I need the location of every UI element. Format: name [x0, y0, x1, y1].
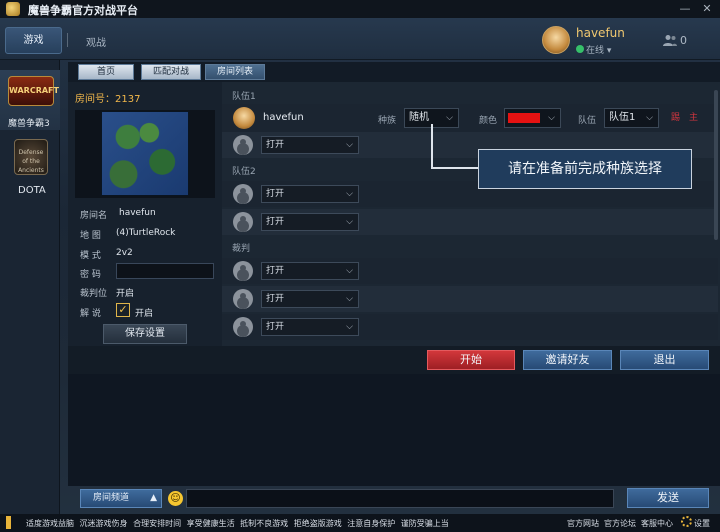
- empty-slot-avatar-icon: [233, 184, 253, 204]
- tab-match[interactable]: 匹配对战: [141, 64, 201, 80]
- referee-label: 裁判: [232, 244, 251, 254]
- slot-status-value: 打开: [266, 189, 285, 199]
- room-name-label: 房间名: [80, 211, 108, 221]
- referee-slot-value: 开启: [116, 289, 135, 299]
- slot-status-select[interactable]: 打开 ⌵: [261, 136, 359, 154]
- room-name-value: havefun: [119, 208, 156, 218]
- commentary-checkbox[interactable]: ✓: [116, 303, 130, 317]
- empty-slot-avatar-icon: [233, 289, 253, 309]
- save-settings-button[interactable]: 保存设置: [103, 324, 187, 344]
- send-message-button[interactable]: 发送: [627, 488, 709, 508]
- chevron-down-icon: ⌵: [346, 217, 353, 227]
- gear-icon[interactable]: [681, 516, 692, 527]
- warcraft3-logo-icon[interactable]: WARCRAFT: [8, 76, 59, 106]
- slot-status-select[interactable]: 打开 ⌵: [261, 318, 359, 336]
- chat-channel-select[interactable]: 房间频道 ▲: [80, 489, 162, 508]
- slot-status-value: 打开: [266, 140, 285, 150]
- chevron-down-icon: ⌵: [548, 113, 555, 123]
- chevron-down-icon: ⌵: [446, 113, 453, 123]
- chevron-down-icon: ⌵: [646, 113, 653, 123]
- slots-scrollbar[interactable]: [714, 90, 718, 240]
- slot-status-value: 打开: [266, 217, 285, 227]
- referee-slot-label: 裁判位: [80, 289, 108, 299]
- chevron-down-icon: ⌵: [346, 322, 353, 332]
- chevron-down-icon: ⌵: [346, 189, 353, 199]
- team-label: 队伍: [578, 116, 597, 126]
- official-forum-link[interactable]: 官方论坛: [604, 518, 636, 529]
- race-value: 随机: [409, 112, 429, 123]
- color-label: 颜色: [479, 116, 498, 126]
- tab-room-list[interactable]: 房间列表: [205, 64, 265, 80]
- slot-status-select[interactable]: 打开 ⌵: [261, 213, 359, 231]
- password-input[interactable]: [116, 263, 214, 279]
- commentary-value[interactable]: 开启: [135, 306, 153, 319]
- nav-game-tab[interactable]: 游戏: [5, 27, 62, 54]
- nav-divider: [67, 33, 68, 47]
- chat-channel-value: 房间频道: [93, 493, 130, 503]
- online-status-icon: [576, 45, 584, 53]
- team-value: 队伍1: [609, 112, 636, 123]
- chat-input[interactable]: [186, 489, 614, 508]
- team2-label: 队伍2: [232, 167, 256, 177]
- health-gaming-notice: 适度游戏益脑 沉迷游戏伤身 合理安排时间 享受健康生活 抵制不良游戏 拒绝盗版游…: [26, 519, 449, 528]
- tooltip-connector: [431, 124, 433, 169]
- tab-home[interactable]: 首页: [78, 64, 134, 80]
- slot-status-value: 打开: [266, 322, 285, 332]
- app-logo-icon: [6, 2, 20, 16]
- slot-status-select[interactable]: 打开 ⌵: [261, 262, 359, 280]
- map-preview-image: [101, 111, 189, 196]
- close-button[interactable]: ✕: [698, 1, 716, 16]
- app-title: 魔兽争霸官方对战平台: [28, 4, 138, 17]
- friends-icon[interactable]: [663, 34, 677, 46]
- emoji-icon[interactable]: ☺: [168, 491, 183, 506]
- minimize-button[interactable]: —: [676, 1, 694, 16]
- host-badge: 主: [689, 113, 699, 123]
- race-selection-tooltip: 请在准备前完成种族选择: [478, 149, 692, 189]
- friends-count: 0: [680, 34, 687, 47]
- slot-status-value: 打开: [266, 294, 285, 304]
- password-label: 密 码: [80, 270, 101, 280]
- official-site-link[interactable]: 官方网站: [567, 518, 599, 529]
- chevron-down-icon: ⌵: [346, 140, 353, 150]
- chevron-down-icon: ⌵: [346, 294, 353, 304]
- player-avatar: [233, 107, 255, 129]
- mode-value: 2v2: [116, 248, 133, 258]
- room-number: 房间号：2137: [75, 94, 141, 105]
- kick-player-button[interactable]: 踢: [671, 110, 680, 123]
- race-label: 种族: [378, 116, 397, 126]
- customer-service-link[interactable]: 客服中心: [641, 518, 673, 529]
- empty-slot-avatar-icon: [233, 135, 253, 155]
- team1-label: 队伍1: [232, 92, 256, 102]
- sidebar-item-label[interactable]: DOTA: [18, 185, 46, 196]
- user-avatar[interactable]: [542, 26, 570, 54]
- slot-status-select[interactable]: 打开 ⌵: [261, 185, 359, 203]
- chat-log: [68, 374, 720, 486]
- slot-status-select[interactable]: 打开 ⌵: [261, 290, 359, 308]
- chevron-up-icon: ▲: [150, 493, 157, 503]
- commentary-label: 解 说: [80, 309, 101, 319]
- invite-friends-button[interactable]: 邀请好友: [523, 350, 612, 370]
- map-value: (4)TurtleRock: [116, 228, 176, 238]
- dota-logo-icon[interactable]: Defense of the Ancients: [14, 139, 48, 175]
- map-label: 地 图: [80, 231, 101, 241]
- exit-room-button[interactable]: 退出: [620, 350, 709, 370]
- sidebar-item-label[interactable]: 魔兽争霸3: [8, 116, 50, 129]
- settings-link[interactable]: 设置: [694, 518, 710, 529]
- tooltip-connector: [431, 167, 478, 169]
- notice-icon: [6, 516, 11, 529]
- slot-status-value: 打开: [266, 266, 285, 276]
- empty-slot-avatar-icon: [233, 261, 253, 281]
- mode-label: 模 式: [80, 251, 101, 261]
- player-name: havefun: [263, 112, 304, 123]
- chevron-down-icon: ⌵: [346, 266, 353, 276]
- nav-watch-tab[interactable]: 观战: [86, 34, 106, 49]
- empty-slot-avatar-icon: [233, 212, 253, 232]
- start-game-button[interactable]: 开始: [427, 350, 515, 370]
- empty-slot-avatar-icon: [233, 317, 253, 337]
- team-select[interactable]: 队伍1 ⌵: [604, 108, 659, 128]
- username[interactable]: havefun: [576, 26, 625, 40]
- status-dropdown[interactable]: 在线 ▾: [586, 43, 611, 56]
- color-swatch: [508, 113, 540, 123]
